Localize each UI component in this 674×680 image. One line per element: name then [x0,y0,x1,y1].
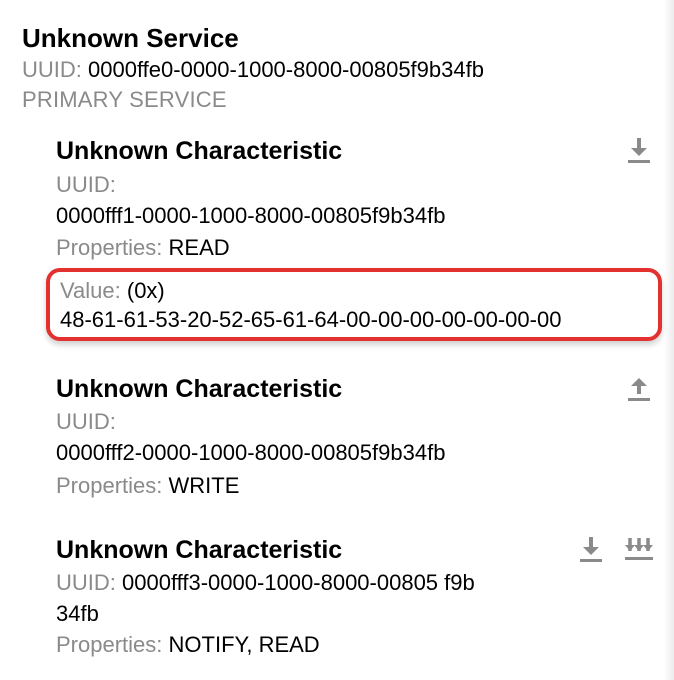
value-label: Value: [60,278,121,303]
value-hex: 48-61-61-53-20-52-65-61-64-00-00-00-00-0… [60,307,648,333]
notify-icon[interactable] [624,534,654,564]
service-header: Unknown Service UUID: 0000ffe0-0000-1000… [0,22,674,119]
service-detail: Unknown Service UUID: 0000ffe0-0000-1000… [0,0,674,677]
service-uuid-row: UUID: 0000ffe0-0000-1000-8000-00805f9b34… [22,55,652,86]
characteristic-actions [624,373,654,403]
properties-value: WRITE [169,473,240,498]
characteristic-title: Unknown Characteristic [56,135,652,168]
properties-label: Properties: [56,632,162,657]
characteristic-title: Unknown Characteristic [56,534,652,567]
upload-icon[interactable] [624,373,654,403]
characteristic-actions [576,534,654,564]
value-prefix: (0x) [127,278,165,303]
properties-value: NOTIFY, READ [169,632,320,657]
service-uuid: 0000ffe0-0000-1000-8000-00805f9b34fb [88,57,484,82]
value-row: Value: (0x) [60,276,648,307]
properties-row: Properties: READ [56,233,652,264]
service-title: Unknown Service [22,22,652,55]
download-icon[interactable] [624,135,654,165]
primary-service-label: PRIMARY SERVICE [22,87,652,113]
properties-row: Properties: NOTIFY, READ [56,630,652,661]
characteristic-item[interactable]: Unknown Characteristic UUID: 0000fff1-00… [0,119,674,357]
uuid-label: UUID: [56,570,116,595]
characteristic-uuid-block: UUID: 0000fff1-0000-1000-8000-00805f9b34… [56,170,652,232]
characteristic-title: Unknown Characteristic [56,373,652,406]
properties-row: Properties: WRITE [56,471,652,502]
uuid-label: UUID: [56,407,652,438]
properties-value: READ [169,235,230,260]
characteristic-uuid-block: UUID: 0000fff2-0000-1000-8000-00805f9b34… [56,407,652,469]
properties-label: Properties: [56,473,162,498]
properties-label: Properties: [56,235,162,260]
download-icon[interactable] [576,534,606,564]
uuid-label: UUID: [22,57,82,82]
characteristic-uuid: 0000fff3-0000-1000-8000-00805 f9b34fb [56,570,475,626]
characteristic-item[interactable]: Unknown Characteristic UUID: 0000fff3-00… [0,518,674,677]
characteristic-uuid: 0000fff2-0000-1000-8000-00805f9b34fb [56,438,652,469]
characteristic-uuid: 0000fff1-0000-1000-8000-00805f9b34fb [56,201,652,232]
characteristic-actions [624,135,654,165]
characteristic-uuid-row: UUID: 0000fff3-0000-1000-8000-00805 f9b3… [56,568,476,630]
uuid-label: UUID: [56,170,652,201]
characteristic-item[interactable]: Unknown Characteristic UUID: 0000fff2-00… [0,357,674,518]
value-highlight: Value: (0x) 48-61-61-53-20-52-65-61-64-0… [46,268,662,341]
